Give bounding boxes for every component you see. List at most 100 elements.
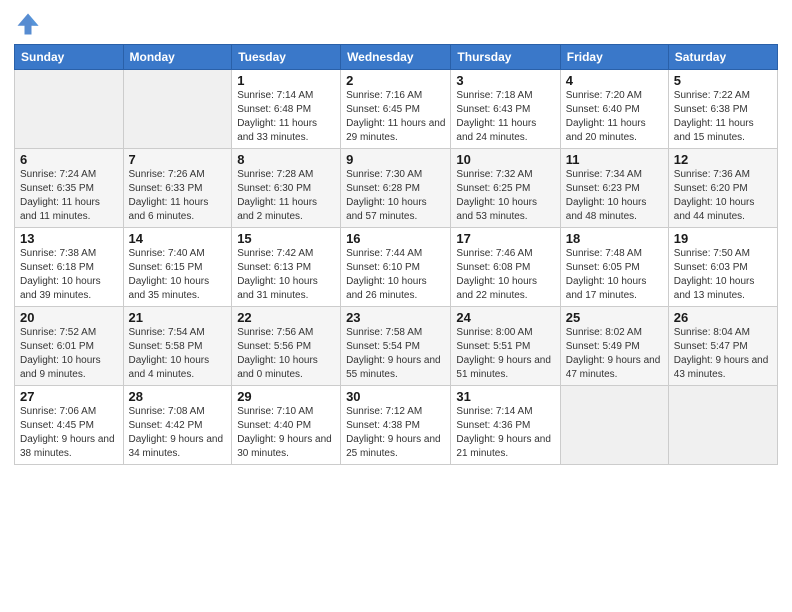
calendar-cell: 30Sunrise: 7:12 AM Sunset: 4:38 PM Dayli… xyxy=(341,386,451,465)
day-number: 12 xyxy=(674,152,772,167)
day-number: 8 xyxy=(237,152,335,167)
calendar-cell: 17Sunrise: 7:46 AM Sunset: 6:08 PM Dayli… xyxy=(451,228,560,307)
header xyxy=(14,10,778,38)
day-number: 1 xyxy=(237,73,335,88)
day-info: Sunrise: 7:48 AM Sunset: 6:05 PM Dayligh… xyxy=(566,247,663,303)
day-info: Sunrise: 7:20 AM Sunset: 6:40 PM Dayligh… xyxy=(566,89,663,145)
calendar-cell: 7Sunrise: 7:26 AM Sunset: 6:33 PM Daylig… xyxy=(123,149,232,228)
day-number: 27 xyxy=(20,389,118,404)
day-info: Sunrise: 7:14 AM Sunset: 6:48 PM Dayligh… xyxy=(237,89,335,145)
day-info: Sunrise: 7:36 AM Sunset: 6:20 PM Dayligh… xyxy=(674,168,772,224)
day-number: 3 xyxy=(456,73,554,88)
day-number: 30 xyxy=(346,389,445,404)
day-number: 17 xyxy=(456,231,554,246)
day-info: Sunrise: 8:02 AM Sunset: 5:49 PM Dayligh… xyxy=(566,326,663,382)
calendar-cell: 4Sunrise: 7:20 AM Sunset: 6:40 PM Daylig… xyxy=(560,70,668,149)
day-number: 19 xyxy=(674,231,772,246)
calendar-cell: 10Sunrise: 7:32 AM Sunset: 6:25 PM Dayli… xyxy=(451,149,560,228)
day-info: Sunrise: 7:24 AM Sunset: 6:35 PM Dayligh… xyxy=(20,168,118,224)
day-number: 20 xyxy=(20,310,118,325)
day-number: 25 xyxy=(566,310,663,325)
day-number: 13 xyxy=(20,231,118,246)
col-thursday: Thursday xyxy=(451,45,560,70)
calendar-cell: 27Sunrise: 7:06 AM Sunset: 4:45 PM Dayli… xyxy=(15,386,124,465)
calendar-cell: 16Sunrise: 7:44 AM Sunset: 6:10 PM Dayli… xyxy=(341,228,451,307)
calendar-cell: 19Sunrise: 7:50 AM Sunset: 6:03 PM Dayli… xyxy=(668,228,777,307)
col-sunday: Sunday xyxy=(15,45,124,70)
calendar-cell: 14Sunrise: 7:40 AM Sunset: 6:15 PM Dayli… xyxy=(123,228,232,307)
calendar-cell: 22Sunrise: 7:56 AM Sunset: 5:56 PM Dayli… xyxy=(232,307,341,386)
day-number: 14 xyxy=(129,231,227,246)
day-info: Sunrise: 7:06 AM Sunset: 4:45 PM Dayligh… xyxy=(20,405,118,461)
day-info: Sunrise: 7:18 AM Sunset: 6:43 PM Dayligh… xyxy=(456,89,554,145)
calendar-header: Sunday Monday Tuesday Wednesday Thursday… xyxy=(15,45,778,70)
day-number: 24 xyxy=(456,310,554,325)
day-info: Sunrise: 7:34 AM Sunset: 6:23 PM Dayligh… xyxy=(566,168,663,224)
calendar-cell: 5Sunrise: 7:22 AM Sunset: 6:38 PM Daylig… xyxy=(668,70,777,149)
calendar-body: 1Sunrise: 7:14 AM Sunset: 6:48 PM Daylig… xyxy=(15,70,778,465)
col-monday: Monday xyxy=(123,45,232,70)
day-info: Sunrise: 7:10 AM Sunset: 4:40 PM Dayligh… xyxy=(237,405,335,461)
weekday-row: Sunday Monday Tuesday Wednesday Thursday… xyxy=(15,45,778,70)
day-number: 22 xyxy=(237,310,335,325)
calendar: Sunday Monday Tuesday Wednesday Thursday… xyxy=(14,44,778,465)
calendar-cell: 23Sunrise: 7:58 AM Sunset: 5:54 PM Dayli… xyxy=(341,307,451,386)
day-info: Sunrise: 7:54 AM Sunset: 5:58 PM Dayligh… xyxy=(129,326,227,382)
day-info: Sunrise: 7:38 AM Sunset: 6:18 PM Dayligh… xyxy=(20,247,118,303)
calendar-cell: 28Sunrise: 7:08 AM Sunset: 4:42 PM Dayli… xyxy=(123,386,232,465)
day-number: 10 xyxy=(456,152,554,167)
calendar-cell: 18Sunrise: 7:48 AM Sunset: 6:05 PM Dayli… xyxy=(560,228,668,307)
day-info: Sunrise: 7:32 AM Sunset: 6:25 PM Dayligh… xyxy=(456,168,554,224)
day-number: 23 xyxy=(346,310,445,325)
day-info: Sunrise: 7:28 AM Sunset: 6:30 PM Dayligh… xyxy=(237,168,335,224)
calendar-week-4: 20Sunrise: 7:52 AM Sunset: 6:01 PM Dayli… xyxy=(15,307,778,386)
day-info: Sunrise: 7:12 AM Sunset: 4:38 PM Dayligh… xyxy=(346,405,445,461)
calendar-cell xyxy=(15,70,124,149)
day-info: Sunrise: 8:04 AM Sunset: 5:47 PM Dayligh… xyxy=(674,326,772,382)
logo xyxy=(14,10,44,38)
day-number: 26 xyxy=(674,310,772,325)
day-number: 21 xyxy=(129,310,227,325)
day-number: 31 xyxy=(456,389,554,404)
calendar-cell: 20Sunrise: 7:52 AM Sunset: 6:01 PM Dayli… xyxy=(15,307,124,386)
calendar-cell: 3Sunrise: 7:18 AM Sunset: 6:43 PM Daylig… xyxy=(451,70,560,149)
calendar-cell: 31Sunrise: 7:14 AM Sunset: 4:36 PM Dayli… xyxy=(451,386,560,465)
calendar-cell: 25Sunrise: 8:02 AM Sunset: 5:49 PM Dayli… xyxy=(560,307,668,386)
calendar-cell: 21Sunrise: 7:54 AM Sunset: 5:58 PM Dayli… xyxy=(123,307,232,386)
day-info: Sunrise: 7:44 AM Sunset: 6:10 PM Dayligh… xyxy=(346,247,445,303)
day-number: 6 xyxy=(20,152,118,167)
day-info: Sunrise: 7:40 AM Sunset: 6:15 PM Dayligh… xyxy=(129,247,227,303)
calendar-cell: 11Sunrise: 7:34 AM Sunset: 6:23 PM Dayli… xyxy=(560,149,668,228)
calendar-cell: 15Sunrise: 7:42 AM Sunset: 6:13 PM Dayli… xyxy=(232,228,341,307)
day-number: 28 xyxy=(129,389,227,404)
calendar-cell: 12Sunrise: 7:36 AM Sunset: 6:20 PM Dayli… xyxy=(668,149,777,228)
day-number: 29 xyxy=(237,389,335,404)
calendar-cell xyxy=(123,70,232,149)
col-friday: Friday xyxy=(560,45,668,70)
calendar-week-5: 27Sunrise: 7:06 AM Sunset: 4:45 PM Dayli… xyxy=(15,386,778,465)
day-number: 15 xyxy=(237,231,335,246)
day-number: 9 xyxy=(346,152,445,167)
calendar-cell: 26Sunrise: 8:04 AM Sunset: 5:47 PM Dayli… xyxy=(668,307,777,386)
logo-icon xyxy=(14,10,42,38)
day-number: 4 xyxy=(566,73,663,88)
day-info: Sunrise: 7:56 AM Sunset: 5:56 PM Dayligh… xyxy=(237,326,335,382)
calendar-cell: 13Sunrise: 7:38 AM Sunset: 6:18 PM Dayli… xyxy=(15,228,124,307)
day-info: Sunrise: 7:58 AM Sunset: 5:54 PM Dayligh… xyxy=(346,326,445,382)
day-info: Sunrise: 7:52 AM Sunset: 6:01 PM Dayligh… xyxy=(20,326,118,382)
calendar-cell: 24Sunrise: 8:00 AM Sunset: 5:51 PM Dayli… xyxy=(451,307,560,386)
day-info: Sunrise: 7:46 AM Sunset: 6:08 PM Dayligh… xyxy=(456,247,554,303)
day-number: 7 xyxy=(129,152,227,167)
day-number: 2 xyxy=(346,73,445,88)
day-number: 18 xyxy=(566,231,663,246)
col-tuesday: Tuesday xyxy=(232,45,341,70)
day-info: Sunrise: 7:26 AM Sunset: 6:33 PM Dayligh… xyxy=(129,168,227,224)
calendar-cell: 8Sunrise: 7:28 AM Sunset: 6:30 PM Daylig… xyxy=(232,149,341,228)
calendar-cell: 1Sunrise: 7:14 AM Sunset: 6:48 PM Daylig… xyxy=(232,70,341,149)
calendar-cell: 29Sunrise: 7:10 AM Sunset: 4:40 PM Dayli… xyxy=(232,386,341,465)
day-info: Sunrise: 7:08 AM Sunset: 4:42 PM Dayligh… xyxy=(129,405,227,461)
calendar-cell: 6Sunrise: 7:24 AM Sunset: 6:35 PM Daylig… xyxy=(15,149,124,228)
page: Sunday Monday Tuesday Wednesday Thursday… xyxy=(0,0,792,612)
col-saturday: Saturday xyxy=(668,45,777,70)
day-info: Sunrise: 7:50 AM Sunset: 6:03 PM Dayligh… xyxy=(674,247,772,303)
